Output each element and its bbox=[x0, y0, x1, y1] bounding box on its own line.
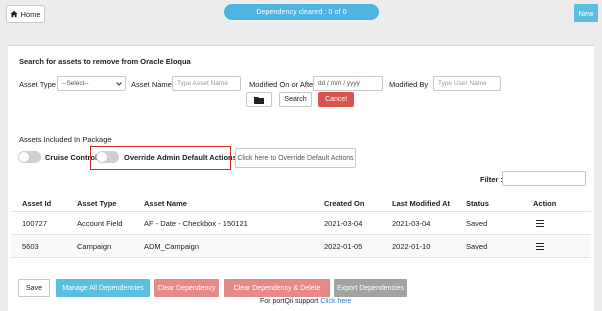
cruise-control-toggle[interactable] bbox=[18, 151, 41, 163]
clear-dependency-button[interactable]: Clear Dependency bbox=[154, 279, 219, 297]
asset-name-placeholder: Type Asset Name bbox=[177, 80, 228, 87]
cell-last-modified: 2021-03-04 bbox=[392, 219, 431, 228]
chevron-down-icon bbox=[116, 81, 122, 86]
toggle-knob bbox=[97, 152, 107, 162]
cell-asset-id: 5603 bbox=[22, 242, 39, 251]
override-admin-label: Override Admin Default Actions bbox=[124, 153, 237, 162]
clear-dependency-delete-button[interactable]: Clear Dependency & Delete bbox=[224, 279, 330, 297]
asset-type-select[interactable]: --Select-- bbox=[57, 76, 126, 91]
filter-label: Filter : bbox=[480, 175, 503, 184]
cell-status: Saved bbox=[466, 242, 488, 251]
table-divider bbox=[11, 257, 591, 258]
modified-on-placeholder: dd / mm / yyyy bbox=[318, 80, 360, 87]
support-text: For portQii support Click here bbox=[260, 298, 351, 305]
cell-status: Saved bbox=[466, 219, 488, 228]
column-header-last-modified[interactable]: Last Modified At bbox=[392, 199, 450, 208]
override-admin-toggle[interactable] bbox=[96, 151, 119, 163]
home-label: Home bbox=[20, 9, 41, 19]
modified-on-label: Modified On or After bbox=[249, 80, 316, 89]
cell-asset-id: 100727 bbox=[22, 219, 48, 228]
cell-asset-type: Account Field bbox=[77, 219, 123, 228]
asset-name-label: Asset Name bbox=[131, 80, 172, 89]
modified-by-placeholder: Type User Name bbox=[438, 80, 487, 87]
column-header-asset-type[interactable]: Asset Type bbox=[77, 199, 116, 208]
table-row[interactable]: 100727 Account Field AF - Date - Checkbo… bbox=[11, 212, 591, 234]
modified-on-date-input[interactable]: dd / mm / yyyy bbox=[313, 76, 383, 91]
support-label: For portQii support bbox=[260, 298, 319, 305]
column-header-asset-id[interactable]: Asset Id bbox=[22, 199, 51, 208]
column-header-status[interactable]: Status bbox=[466, 199, 489, 208]
menu-icon[interactable] bbox=[536, 243, 544, 250]
menu-icon[interactable] bbox=[536, 220, 544, 227]
cell-asset-name: AF - Date - Checkbox - 150121 bbox=[144, 219, 248, 228]
new-button[interactable]: New bbox=[574, 4, 598, 22]
modified-by-label: Modified By bbox=[389, 80, 429, 89]
manage-all-dependencies-button[interactable]: Manage All Dependencies bbox=[56, 279, 150, 297]
cell-asset-name: ADM_Campaign bbox=[144, 242, 200, 251]
cancel-button[interactable]: Cancel bbox=[318, 92, 354, 107]
search-button[interactable]: Search bbox=[279, 92, 312, 107]
cell-last-modified: 2022-01-10 bbox=[392, 242, 431, 251]
save-button[interactable]: Save bbox=[18, 279, 50, 297]
export-dependencies-button[interactable]: Export Dependencies bbox=[334, 279, 407, 297]
search-title: Search for assets to remove from Oracle … bbox=[19, 57, 191, 66]
asset-type-label: Asset Type bbox=[19, 80, 56, 89]
package-title: Assets Included In Package bbox=[19, 135, 112, 144]
filter-input[interactable] bbox=[502, 171, 586, 186]
column-header-action: Action bbox=[533, 199, 557, 208]
asset-name-input[interactable]: Type Asset Name bbox=[172, 76, 241, 91]
override-default-actions-button[interactable]: Click here to Override Default Actions bbox=[235, 148, 356, 168]
modified-by-input[interactable]: Type User Name bbox=[433, 76, 501, 91]
table-row[interactable]: 5603 Campaign ADM_Campaign 2022-01-05 20… bbox=[11, 235, 591, 257]
support-link[interactable]: Click here bbox=[320, 298, 351, 305]
folder-icon bbox=[254, 96, 264, 104]
toggle-knob bbox=[19, 152, 29, 162]
main-panel: Search for assets to remove from Oracle … bbox=[8, 45, 594, 311]
cell-created-on: 2022-01-05 bbox=[324, 242, 363, 251]
column-header-asset-name[interactable]: Asset Name bbox=[144, 199, 187, 208]
top-bar: Home Dependency cleared : 0 of 0 New bbox=[0, 0, 602, 30]
cell-asset-type: Campaign bbox=[77, 242, 112, 251]
cell-created-on: 2021-03-04 bbox=[324, 219, 363, 228]
home-icon bbox=[10, 10, 19, 18]
column-header-created-on[interactable]: Created On bbox=[324, 199, 364, 208]
asset-type-value: --Select-- bbox=[62, 80, 89, 87]
dependency-status-badge: Dependency cleared : 0 of 0 bbox=[224, 4, 379, 20]
home-button[interactable]: Home bbox=[6, 5, 45, 23]
folder-button[interactable] bbox=[246, 92, 272, 107]
